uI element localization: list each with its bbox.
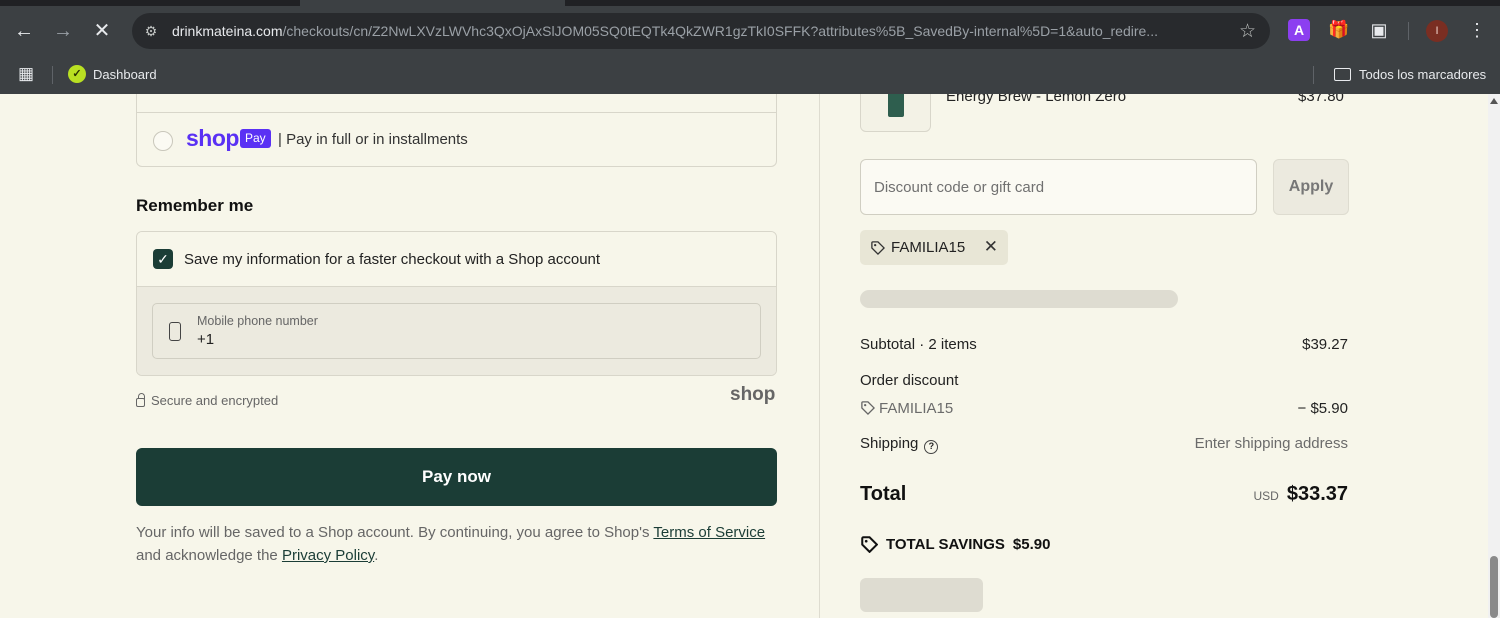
savings-value: $5.90 bbox=[1012, 535, 1051, 553]
url-text[interactable]: drinkmateina.com/checkouts/cn/Z2NwLXVzLW… bbox=[172, 23, 1222, 39]
save-info-checkbox[interactable]: ✓ bbox=[153, 249, 173, 269]
browser-chrome: ← → ✕ ⚙ drinkmateina.com/checkouts/cn/Z2… bbox=[0, 0, 1500, 94]
forward-icon[interactable]: → bbox=[51, 19, 75, 43]
menu-icon[interactable]: ⋮ bbox=[1466, 19, 1488, 41]
remember-me-box: ✓ Save my information for a faster check… bbox=[136, 231, 777, 376]
currency-code: USD bbox=[1253, 489, 1279, 503]
subtotal-value: $39.27 bbox=[1302, 336, 1348, 353]
shop-pay-option[interactable]: shop Pay | Pay in full or in installment… bbox=[137, 113, 776, 167]
pay-now-button[interactable]: Pay now bbox=[136, 448, 777, 506]
toolbar-divider bbox=[1408, 22, 1409, 40]
discount-value: − $5.90 bbox=[1297, 400, 1348, 417]
address-bar[interactable]: ⚙ drinkmateina.com/checkouts/cn/Z2NwLXVz… bbox=[132, 13, 1270, 49]
help-icon[interactable]: ? bbox=[924, 440, 939, 454]
save-info-row[interactable]: ✓ Save my information for a faster check… bbox=[137, 232, 776, 287]
total-amount: $33.37 bbox=[1286, 483, 1348, 505]
tag-icon bbox=[871, 241, 885, 255]
shop-logo: shop bbox=[730, 384, 776, 405]
folder-icon bbox=[1334, 67, 1351, 81]
apply-button[interactable]: Apply bbox=[1273, 159, 1349, 215]
star-icon[interactable]: ☆ bbox=[1239, 20, 1256, 43]
subtotal-row: Subtotal · 2 items $39.27 bbox=[860, 336, 1348, 353]
product-can-image bbox=[888, 94, 904, 117]
loading-button-placeholder bbox=[860, 578, 983, 612]
bookmarks-divider bbox=[1313, 66, 1314, 84]
shop-pay-description: | Pay in full or in installments bbox=[278, 131, 468, 148]
phone-icon bbox=[169, 322, 181, 341]
all-bookmarks[interactable]: Todos los marcadores bbox=[1334, 61, 1486, 87]
back-icon[interactable]: ← bbox=[12, 19, 36, 43]
payment-methods: shop Pay | Pay in full or in installment… bbox=[136, 94, 777, 167]
discount-code-input[interactable] bbox=[860, 159, 1257, 215]
avatar[interactable]: I bbox=[1426, 20, 1448, 42]
savings-label: TOTAL SAVINGS bbox=[886, 535, 1005, 553]
remove-discount-icon[interactable]: ✕ bbox=[984, 237, 998, 257]
dashboard-logo-icon: ✓ bbox=[68, 65, 86, 83]
secure-notice: Secure and encrypted bbox=[136, 392, 279, 408]
legal-prefix: Your info will be saved to a Shop accoun… bbox=[136, 524, 650, 541]
remember-me-heading: Remember me bbox=[136, 196, 254, 215]
shop-pay-radio[interactable] bbox=[153, 131, 173, 151]
total-savings: TOTAL SAVINGS $5.90 bbox=[860, 535, 1050, 553]
bookmark-dashboard-label: Dashboard bbox=[93, 66, 157, 82]
legal-suffix: . bbox=[374, 547, 379, 564]
all-bookmarks-label: Todos los marcadores bbox=[1359, 66, 1487, 82]
page-scrollbar[interactable] bbox=[1488, 94, 1500, 618]
gift-extension-icon[interactable]: 🎁 bbox=[1328, 19, 1350, 41]
discount-code-row: FAMILIA15 − $5.90 bbox=[860, 400, 1348, 417]
phone-field-value[interactable]: +1 bbox=[197, 331, 214, 348]
column-divider bbox=[819, 94, 820, 618]
applied-code-label: FAMILIA15 bbox=[891, 239, 966, 256]
total-label: Total bbox=[860, 483, 907, 505]
legal-middle: and acknowledge the bbox=[136, 547, 278, 564]
phone-field-label: Mobile phone number bbox=[197, 314, 318, 328]
save-info-label[interactable]: Save my information for a faster checkou… bbox=[184, 251, 600, 268]
tune-icon[interactable]: ⚙ bbox=[142, 22, 160, 40]
product-thumbnail bbox=[860, 94, 931, 132]
browser-toolbar: ← → ✕ ⚙ drinkmateina.com/checkouts/cn/Z2… bbox=[0, 6, 1500, 56]
privacy-policy-link[interactable]: Privacy Policy bbox=[282, 547, 374, 564]
savings-tag-icon bbox=[861, 536, 878, 553]
product-name: Energy Brew - Lemon Zero bbox=[946, 94, 1127, 105]
shipping-label: Shipping bbox=[860, 435, 919, 452]
phone-section: Mobile phone number +1 bbox=[137, 287, 776, 375]
shipping-value: Enter shipping address bbox=[1194, 435, 1348, 452]
legal-text: Your info will be saved to a Shop accoun… bbox=[136, 521, 776, 567]
total-value-group: USD $33.37 bbox=[1253, 483, 1348, 506]
order-discount-label: Order discount bbox=[860, 372, 959, 389]
scroll-up-icon[interactable] bbox=[1490, 98, 1498, 104]
subtotal-label: Subtotal · 2 items bbox=[860, 336, 977, 353]
discount-code-label: FAMILIA15 bbox=[879, 400, 954, 417]
applied-discount-chip: FAMILIA15 ✕ bbox=[860, 230, 1008, 265]
shop-pay-logo: shop bbox=[186, 125, 239, 151]
loading-placeholder bbox=[860, 290, 1178, 308]
shop-pay-badge: Pay bbox=[240, 129, 271, 148]
tag-icon bbox=[861, 401, 875, 415]
checkout-page: shop Pay | Pay in full or in installment… bbox=[0, 94, 1488, 618]
secure-text: Secure and encrypted bbox=[151, 393, 279, 408]
order-discount-row: Order discount bbox=[860, 372, 1348, 389]
terms-of-service-link[interactable]: Terms of Service bbox=[653, 524, 765, 541]
stop-icon[interactable]: ✕ bbox=[90, 19, 114, 43]
product-price: $37.80 bbox=[1298, 94, 1344, 105]
mobile-phone-field[interactable]: Mobile phone number +1 bbox=[152, 303, 761, 359]
extension-a-icon[interactable]: A bbox=[1288, 19, 1310, 41]
puzzle-icon[interactable]: ▣ bbox=[1368, 19, 1390, 41]
bookmarks-bar: ▦ ✓ Dashboard Todos los marcadores bbox=[0, 56, 1500, 94]
bookmark-dashboard[interactable]: ✓ Dashboard bbox=[68, 61, 157, 87]
lock-icon bbox=[136, 392, 145, 407]
bookmarks-divider bbox=[52, 66, 53, 84]
apps-icon[interactable]: ▦ bbox=[18, 64, 38, 84]
scrollbar-thumb[interactable] bbox=[1490, 556, 1498, 618]
shipping-row: Shipping? Enter shipping address bbox=[860, 435, 1348, 454]
